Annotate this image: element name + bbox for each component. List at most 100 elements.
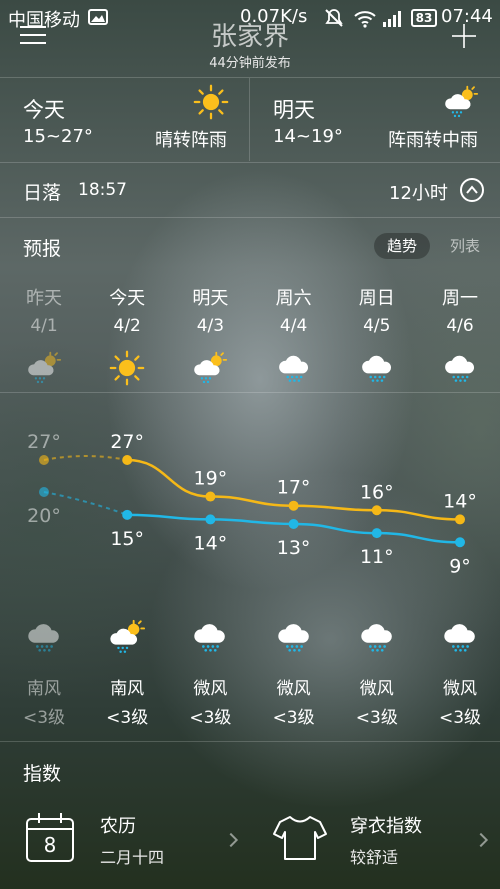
publish-time: 44分钟前发布 xyxy=(209,56,291,71)
day-date: 4/5 xyxy=(363,316,391,336)
indices-title: 指数 xyxy=(23,763,62,785)
add-city-icon[interactable] xyxy=(452,24,476,48)
tab-list[interactable]: 列表 xyxy=(440,233,490,259)
day-date: 4/2 xyxy=(113,316,141,336)
trend-point xyxy=(39,486,49,497)
hourly-toggle-label[interactable]: 12小时 xyxy=(389,179,448,205)
forecast-night-column: 微风 <3级 xyxy=(170,618,250,728)
trend-label: 16° xyxy=(360,481,394,503)
trend-label: 17° xyxy=(277,477,311,499)
city-title: 张家界 xyxy=(210,22,289,52)
index-value: 二月十四 xyxy=(100,848,165,867)
trend-point xyxy=(122,509,133,520)
index-value: 较舒适 xyxy=(350,848,399,867)
tomorrow-condition: 阵雨转中雨 xyxy=(388,130,478,151)
cloud-rain-icon xyxy=(191,618,229,656)
chevron-right-icon xyxy=(473,832,489,848)
wind-level: <3级 xyxy=(106,708,149,728)
tomorrow-summary[interactable]: 明天 14~19° 阵雨转中雨 xyxy=(250,78,500,161)
today-range: 15~27° xyxy=(23,126,93,147)
trend-label: 15° xyxy=(110,528,144,550)
forecast-night-column: 南风 <3级 xyxy=(87,618,167,728)
trend-label: 20° xyxy=(27,505,61,527)
cloud-sun-rain-icon xyxy=(192,350,228,386)
index-card-lunar[interactable]: 8 农历 二月十四 xyxy=(0,800,250,889)
trend-point xyxy=(288,500,299,511)
trend-label: 14° xyxy=(194,532,228,554)
day-date: 4/3 xyxy=(196,316,225,336)
day-name: 周六 xyxy=(275,288,312,309)
wind-level: <3级 xyxy=(189,708,232,728)
wind-level: <3级 xyxy=(272,708,315,728)
today-condition: 晴转阵雨 xyxy=(155,130,227,151)
chevron-up-icon[interactable] xyxy=(460,178,484,202)
cloud-rain-icon xyxy=(358,618,396,656)
trend-point xyxy=(371,528,382,539)
trend-label: 14° xyxy=(443,490,477,512)
trend-point xyxy=(371,505,382,516)
trend-point xyxy=(205,514,216,525)
today-summary[interactable]: 今天 15~27° 晴转阵雨 xyxy=(0,78,249,161)
tab-trend[interactable]: 趋势 xyxy=(374,233,430,259)
cloud-rain-icon xyxy=(441,618,479,656)
forecast-day-column[interactable]: 今天 4/2 xyxy=(87,284,167,390)
forecast-day-column[interactable]: 昨天 4/1 xyxy=(4,284,84,390)
wind-level: <3级 xyxy=(438,708,482,728)
chevron-right-icon xyxy=(223,832,239,848)
forecast-night-column: 微风 <3级 xyxy=(254,618,334,728)
forecast-title: 预报 xyxy=(23,238,62,260)
sunset-time: 18:57 xyxy=(78,180,127,200)
wind-direction: 微风 xyxy=(193,679,228,699)
trend-point xyxy=(455,514,465,525)
day-date: 4/4 xyxy=(279,316,308,336)
day-date: 4/1 xyxy=(30,316,58,336)
divider xyxy=(0,162,500,163)
tomorrow-label: 明天 xyxy=(273,98,315,122)
forecast-day-column[interactable]: 明天 4/3 xyxy=(170,284,250,390)
cloud-rain-icon xyxy=(276,350,312,386)
wind-direction: 微风 xyxy=(359,679,394,699)
day-name: 今天 xyxy=(109,288,146,309)
day-date: 4/6 xyxy=(446,316,474,336)
forecast-night-column: 微风 <3级 xyxy=(420,618,500,728)
tshirt-icon xyxy=(273,816,327,860)
cloud-sun-rain-icon xyxy=(108,618,146,656)
day-name: 昨天 xyxy=(26,288,62,309)
wind-direction: 微风 xyxy=(276,679,311,699)
index-title: 农历 xyxy=(100,816,136,837)
temperature-trend-chart: 27° 27° 19° 17° 16° 14° 20° 15° 14° 13° 11° 9° xyxy=(27,431,477,577)
index-card-clothing[interactable]: 穿衣指数 较舒适 xyxy=(250,800,500,889)
wind-direction: 微风 xyxy=(443,679,477,699)
cloud-rain-icon xyxy=(25,618,63,656)
sun-icon xyxy=(193,84,229,120)
cloud-rain-icon xyxy=(359,350,395,386)
trend-point xyxy=(39,455,49,465)
trend-line-past xyxy=(43,455,128,461)
calendar-icon: 8 xyxy=(26,813,74,862)
trend-label: 27° xyxy=(110,431,144,453)
wind-level: <3级 xyxy=(22,708,66,728)
trend-label: 19° xyxy=(194,468,228,490)
forecast-day-column[interactable]: 周六 4/4 xyxy=(254,284,334,390)
forecast-night-column: 南风 <3级 xyxy=(4,618,84,728)
forecast-day-column[interactable]: 周日 4/5 xyxy=(337,284,417,390)
day-name: 周日 xyxy=(358,288,395,309)
wind-direction: 南风 xyxy=(27,679,61,699)
today-label: 今天 xyxy=(23,98,65,122)
calendar-icon-text: 8 xyxy=(43,833,57,857)
divider xyxy=(0,741,500,742)
trend-label: 13° xyxy=(277,537,311,559)
cloud-rain-icon xyxy=(442,350,478,386)
forecast-day-column[interactable]: 周一 4/6 xyxy=(420,284,500,390)
day-name: 明天 xyxy=(192,288,229,309)
trend-point xyxy=(205,491,216,502)
sun-icon xyxy=(109,350,145,386)
day-name: 周一 xyxy=(442,288,478,309)
trend-label: 27° xyxy=(27,431,61,453)
cloud-rain-icon xyxy=(275,618,313,656)
wind-level: <3级 xyxy=(355,708,398,728)
trend-point xyxy=(455,537,465,548)
forecast-night-column: 微风 <3级 xyxy=(337,618,417,728)
trend-point xyxy=(288,518,299,529)
cloud-rain-sun-icon xyxy=(443,84,479,120)
